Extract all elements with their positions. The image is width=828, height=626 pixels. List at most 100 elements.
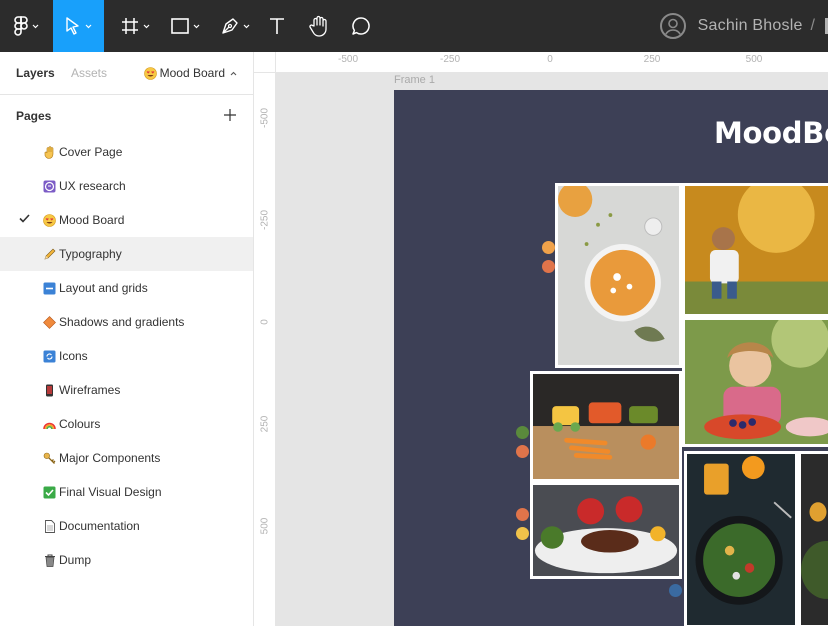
page-item-typography[interactable]: Typography	[0, 237, 253, 271]
hand-tool-button[interactable]	[304, 0, 334, 52]
page-item-ux-research[interactable]: UX research	[0, 169, 253, 203]
ruler-tick-label: -250	[259, 209, 271, 231]
user-icon	[663, 18, 682, 37]
page-item-colours[interactable]: Colours	[0, 407, 253, 441]
partial-salad-image	[801, 454, 828, 625]
page-item-shadows-and-gradients[interactable]: Shadows and gradients	[0, 305, 253, 339]
page-label: Dump	[59, 553, 92, 567]
accent-dot	[516, 426, 529, 439]
accent-dot	[542, 241, 555, 254]
ruler-tick-label: 500	[259, 517, 271, 535]
page-label: Typography	[59, 247, 122, 261]
pen-nib-icon	[221, 18, 238, 34]
pages-title: Pages	[16, 109, 52, 123]
ruler-tick-label: 0	[547, 54, 553, 65]
panel-tabs: Layers Assets Mood Board	[0, 52, 253, 95]
tab-layers[interactable]: Layers	[16, 66, 55, 80]
current-page-selector[interactable]: Mood Board	[143, 66, 237, 80]
hand-emoji-icon	[43, 145, 56, 159]
girl-eating-image	[685, 320, 828, 444]
grilled-meat-image	[533, 485, 679, 576]
salad-juice-image	[687, 454, 795, 625]
accent-dot	[516, 527, 529, 540]
photo-grilled-meat[interactable]	[530, 482, 682, 579]
refresh-emoji-icon	[43, 350, 56, 363]
frame-1[interactable]: MoodBo	[394, 90, 828, 626]
left-panel: Layers Assets Mood Board Pages Cover Pag…	[0, 52, 254, 626]
frame-tool-button[interactable]	[112, 0, 158, 52]
page-label: Layout and grids	[59, 281, 148, 295]
photo-running-boy[interactable]	[682, 183, 828, 317]
user-name[interactable]: Sachin Bhosle	[698, 17, 803, 35]
page-item-final-visual-design[interactable]: Final Visual Design	[0, 475, 253, 509]
comment-bubble-icon	[352, 17, 370, 35]
diamond-emoji-icon	[43, 315, 56, 329]
pencil-emoji-icon	[43, 248, 56, 261]
accent-dot	[516, 508, 529, 521]
photo-soup-bowl[interactable]	[555, 183, 682, 368]
frame-label[interactable]: Frame 1	[394, 74, 435, 86]
ruler-tick-label: -500	[259, 107, 271, 129]
tab-assets[interactable]: Assets	[71, 66, 107, 80]
plus-icon[interactable]	[221, 106, 239, 124]
figma-logo-icon	[14, 16, 28, 36]
page-label: Colours	[59, 417, 101, 431]
page-item-layout-and-grids[interactable]: Layout and grids	[0, 271, 253, 305]
page-item-major-components[interactable]: Major Components	[0, 441, 253, 475]
pen-tool-button[interactable]	[212, 0, 258, 52]
hand-icon	[309, 15, 327, 37]
key-emoji-icon	[43, 452, 56, 465]
chevron-down-icon	[85, 24, 92, 28]
chevron-down-icon	[32, 24, 39, 28]
ruler-left: -500 -250 0 250 500	[254, 52, 276, 626]
photo-girl-eating[interactable]	[682, 317, 828, 447]
accent-dot	[516, 445, 529, 458]
ruler-tick-label: 250	[643, 54, 661, 65]
text-tool-button[interactable]	[262, 0, 292, 52]
figma-menu-button[interactable]	[0, 0, 53, 52]
mobile-emoji-icon	[43, 384, 56, 397]
page-item-wireframes[interactable]: Wireframes	[0, 373, 253, 407]
grimace-emoji-icon	[43, 180, 56, 193]
avatar[interactable]	[659, 13, 686, 39]
page-item-dump[interactable]: Dump	[0, 543, 253, 577]
rectangle-icon	[170, 18, 189, 34]
photo-vegetable-cars[interactable]	[530, 371, 682, 482]
toolbar: Sachin Bhosle /	[0, 0, 828, 52]
chevron-down-icon	[193, 24, 199, 28]
check-icon	[19, 214, 30, 223]
frame-title: MoodBo	[714, 116, 828, 150]
page-list: Cover Page UX research Mood Board Typogr…	[0, 135, 253, 577]
chevron-down-icon	[243, 24, 249, 28]
canvas[interactable]: -500 -250 0 250 500 -500 -250 0 250 500 …	[254, 52, 828, 626]
ruler-tick-label: 0	[259, 319, 271, 325]
breadcrumb-separator: /	[810, 17, 815, 34]
cursor-arrow-icon	[66, 17, 79, 35]
page-item-cover-page[interactable]: Cover Page	[0, 135, 253, 169]
running-boy-image	[685, 186, 828, 314]
chevron-down-icon	[143, 24, 149, 28]
photo-partial-salad[interactable]	[798, 451, 828, 626]
move-tool-button[interactable]	[53, 0, 104, 52]
page-item-icons[interactable]: Icons	[0, 339, 253, 373]
page-item-documentation[interactable]: Documentation	[0, 509, 253, 543]
heart-eyes-emoji-icon	[43, 213, 56, 227]
pages-header: Pages	[0, 95, 253, 137]
page-label: UX research	[59, 179, 126, 193]
page-label: Documentation	[59, 519, 140, 533]
minus-square-emoji-icon	[43, 282, 56, 295]
page-item-mood-board[interactable]: Mood Board	[0, 203, 253, 237]
page-label: Icons	[59, 349, 88, 363]
heart-eyes-emoji-icon	[143, 66, 157, 80]
comment-tool-button[interactable]	[346, 0, 376, 52]
shape-tool-button[interactable]	[162, 0, 208, 52]
page-label: Final Visual Design	[59, 485, 162, 499]
text-t-icon	[270, 18, 284, 34]
soup-bowl-image	[558, 186, 679, 365]
page-label: Major Components	[59, 451, 161, 465]
photo-salad-juice[interactable]	[684, 451, 798, 626]
vegetable-cars-image	[533, 374, 679, 479]
ruler-tick-label: 500	[745, 54, 763, 65]
page-label: Mood Board	[59, 213, 125, 227]
accent-dot	[542, 260, 555, 273]
